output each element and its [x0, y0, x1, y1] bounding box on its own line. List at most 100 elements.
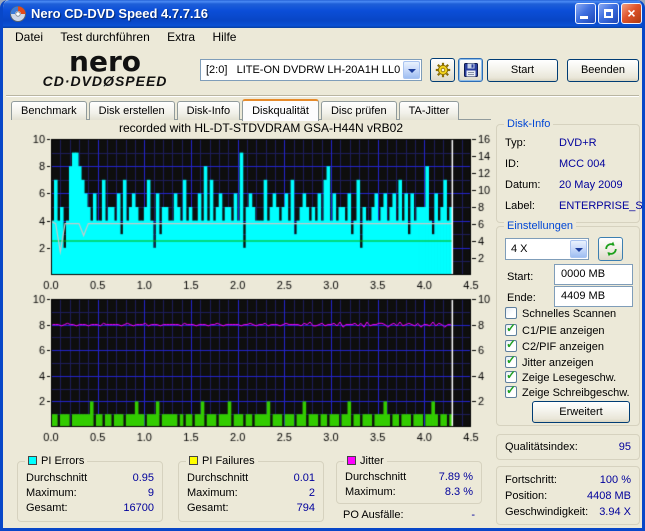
settings-checkbox-label: Jitter anzeigen [522, 357, 594, 369]
stat-value: 16700 [123, 502, 154, 514]
stat-value: 0.01 [293, 472, 315, 484]
disk-info-value: ENTERPRISE_S [559, 200, 643, 212]
checkbox-box-icon [505, 354, 517, 368]
settings-checkbox-label: C1/PIE anzeigen [522, 325, 605, 337]
checkbox-schreibgeschw[interactable]: Zeige Schreibgeschw. [505, 384, 630, 400]
disk-info-label: ID: [505, 158, 520, 170]
app-window: Nero CD-DVD Speed 4.7.7.16 × Datei Test … [0, 0, 645, 531]
quit-button[interactable]: Beenden [567, 59, 639, 82]
disk-info-label: Label: [505, 200, 535, 212]
options-button[interactable] [430, 58, 455, 82]
cd-dvd-speed-wordmark: CD·DVDØSPEED [42, 73, 168, 89]
close-icon: × [627, 5, 636, 21]
position-label: Position: [505, 490, 548, 502]
scan-end-field[interactable]: 4409 MB [554, 286, 633, 307]
position-value: 4408 MB [586, 490, 631, 502]
stat-label: Gesamt: [26, 502, 68, 514]
quality-index-value: 95 [618, 441, 631, 453]
options-gear-icon [435, 62, 451, 78]
stat-label: Maximum: [187, 487, 238, 499]
refresh-button[interactable] [598, 237, 623, 261]
tab-disc-pruefen[interactable]: Disc prüfen [320, 101, 397, 120]
app-icon [10, 6, 26, 22]
scan-start-label: Start: [507, 271, 534, 283]
disc-glyph-icon: Ø [103, 73, 115, 89]
stat-value: 794 [296, 502, 315, 514]
po-failures-label: PO Ausfälle: [343, 509, 404, 521]
stat-label: Gesamt: [187, 502, 229, 514]
maximize-button[interactable] [598, 3, 619, 24]
disk-info-value: MCC 004 [559, 158, 606, 170]
progress-value: 100 % [599, 474, 631, 486]
save-button[interactable] [458, 58, 483, 82]
po-failures-value: - [471, 509, 475, 521]
tab-disk-erstellen[interactable]: Disk erstellen [88, 101, 175, 120]
minimize-button[interactable] [575, 3, 596, 24]
settings-checkbox-label: Zeige Lesegeschw. [522, 372, 617, 384]
header-separator [6, 95, 639, 97]
pi-failures-color-swatch-icon [189, 456, 198, 465]
settings-panel: Einstellungen 4 X Start: 0000 MB Ende: 4… [496, 220, 640, 426]
stat-value: 9 [147, 487, 154, 499]
scan-end-label: Ende: [507, 292, 536, 304]
checkbox-c1-pie[interactable]: C1/PIE anzeigen [505, 322, 605, 338]
checkbox-schnelles-scannen[interactable]: Schnelles Scannen [505, 307, 616, 321]
disk-info-label: Datum: [505, 179, 541, 191]
advanced-button[interactable]: Erweitert [532, 401, 630, 423]
speed-selector[interactable]: 4 X [505, 238, 589, 260]
disk-info-value: 20 May 2009 [559, 179, 623, 191]
chevron-down-icon [408, 69, 416, 73]
drive-selector-value: [2:0] LITE-ON DVDRW LH-20A1H LL0D [206, 64, 401, 76]
window-title: Nero CD-DVD Speed 4.7.7.16 [31, 6, 209, 21]
po-failures-row: PO Ausfälle: - [343, 509, 475, 523]
minimize-icon [580, 16, 588, 19]
disk-info-caption: Disk-Info [504, 118, 554, 131]
pi-errors-caption: PI Errors [25, 455, 88, 468]
progress-panel: Fortschritt: 100 % Position: 4408 MB Gesch… [496, 466, 640, 525]
pi-errors-panel: PI Errors Durchschnitt 0.95 Maximum: 9 Ges… [17, 455, 163, 522]
drive-selector[interactable]: [2:0] LITE-ON DVDRW LH-20A1H LL0D [200, 59, 422, 81]
checkbox-jitter[interactable]: Jitter anzeigen [505, 354, 594, 370]
stat-label: Durchschnitt [26, 472, 88, 484]
menu-hilfe[interactable]: Hilfe [205, 28, 243, 47]
tab-ta-jitter[interactable]: TA-Jitter [398, 101, 460, 120]
close-button[interactable]: × [621, 3, 642, 24]
checkbox-box-icon [505, 338, 517, 352]
stat-label: Durchschnitt [345, 471, 407, 483]
disk-info-value: DVD+R [559, 137, 597, 149]
title-bar: Nero CD-DVD Speed 4.7.7.16 × [3, 0, 642, 28]
start-button[interactable]: Start [487, 59, 558, 82]
stat-label: Maximum: [26, 487, 77, 499]
stat-value: 7.89 % [438, 471, 473, 483]
menu-datei[interactable]: Datei [8, 28, 50, 47]
checkbox-box-icon [505, 369, 517, 383]
tab-disk-info[interactable]: Disk-Info [176, 101, 241, 120]
speed-selector-value: 4 X [511, 243, 528, 255]
settings-checkbox-label: Schnelles Scannen [522, 308, 617, 320]
checkbox-lesegeschw[interactable]: Zeige Lesegeschw. [505, 369, 617, 385]
progress-label: Fortschritt: [505, 474, 557, 486]
stat-value: 8.3 % [444, 486, 473, 498]
nero-logo: nero CD·DVDØSPEED [17, 48, 193, 89]
checkbox-box-icon [505, 322, 517, 336]
stat-value: 2 [308, 487, 315, 499]
speed-value: 3.94 X [599, 506, 631, 518]
checkbox-c2-pif[interactable]: C2/PIF anzeigen [505, 338, 604, 354]
pi-failures-panel: PI Failures Durchschnitt 0.01 Maximum: 2 G… [178, 455, 324, 522]
pi-errors-chart [11, 133, 493, 295]
jitter-caption: Jitter [344, 455, 387, 468]
tab-diskqualitaet[interactable]: Diskqualität [242, 99, 319, 121]
settings-checkbox-label: C2/PIF anzeigen [522, 341, 604, 353]
tab-benchmark[interactable]: Benchmark [11, 101, 87, 120]
jitter-panel: Jitter Durchschnitt 7.89 % Maximum: 8.3 % [336, 455, 482, 504]
speed-selector-dropdown-button[interactable] [570, 240, 587, 258]
drive-selector-dropdown-button[interactable] [403, 61, 420, 79]
disk-info-label: Typ: [505, 137, 526, 149]
stat-value: 0.95 [132, 472, 154, 484]
pi-failures-caption: PI Failures [186, 455, 258, 468]
stat-label: Maximum: [345, 486, 396, 498]
disk-info-panel: Disk-Info Typ: DVD+R ID: MCC 004 Datum: 20 … [496, 118, 643, 223]
maximize-icon [604, 9, 613, 18]
scan-start-field[interactable]: 0000 MB [554, 264, 633, 285]
menu-extra[interactable]: Extra [160, 28, 202, 47]
